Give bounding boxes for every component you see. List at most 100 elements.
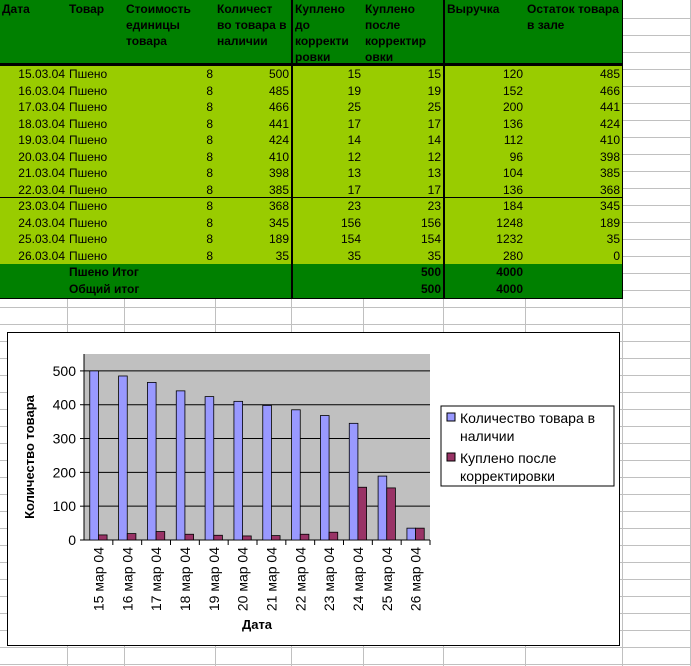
table-cell[interactable]: 15.03.04 xyxy=(0,66,68,84)
table-cell[interactable]: 8 xyxy=(124,215,216,232)
column-header[interactable]: Стоимость единицы товара xyxy=(124,0,216,66)
table-cell[interactable]: 23 xyxy=(363,198,444,216)
table-cell[interactable]: 0 xyxy=(525,248,623,265)
column-header[interactable]: Количест во товара в наличии xyxy=(215,0,292,66)
table-cell[interactable]: 8 xyxy=(124,231,216,249)
table-cell[interactable]: Пшено xyxy=(67,66,125,84)
column-header[interactable]: Остаток товара в зале xyxy=(525,0,623,66)
total-value[interactable]: 4000 xyxy=(443,264,526,282)
table-cell[interactable]: 17 xyxy=(363,182,444,199)
table-cell[interactable] xyxy=(0,264,68,282)
table-cell[interactable]: 441 xyxy=(215,116,292,133)
table-cell[interactable]: 485 xyxy=(525,66,623,84)
table-cell[interactable]: 200 xyxy=(443,99,526,117)
table-cell[interactable]: 21.03.04 xyxy=(0,165,68,183)
table-cell[interactable]: 189 xyxy=(525,215,623,232)
table-cell[interactable]: 16.03.04 xyxy=(0,83,68,100)
table-cell[interactable] xyxy=(0,281,68,299)
table-cell[interactable]: 25.03.04 xyxy=(0,231,68,249)
table-cell[interactable]: 35 xyxy=(291,248,364,265)
table-cell[interactable]: 35 xyxy=(525,231,623,249)
table-cell[interactable]: 22.03.04 xyxy=(0,182,68,199)
table-cell[interactable]: 441 xyxy=(525,99,623,117)
table-cell[interactable]: Пшено xyxy=(67,198,125,216)
table-cell[interactable]: 466 xyxy=(525,83,623,100)
table-cell[interactable]: 368 xyxy=(525,182,623,199)
table-cell[interactable] xyxy=(291,281,364,299)
table-cell[interactable]: 23.03.04 xyxy=(0,198,68,216)
table-cell[interactable]: 156 xyxy=(291,215,364,232)
table-cell[interactable]: 8 xyxy=(124,116,216,133)
table-cell[interactable]: Пшено xyxy=(67,182,125,199)
total-label[interactable]: Пшено Итог xyxy=(67,264,216,282)
table-cell[interactable]: 35 xyxy=(215,248,292,265)
table-cell[interactable]: 154 xyxy=(363,231,444,249)
table-cell[interactable] xyxy=(291,264,364,282)
table-cell[interactable]: 410 xyxy=(525,132,623,150)
table-cell[interactable]: 8 xyxy=(124,66,216,84)
table-cell[interactable]: 184 xyxy=(443,198,526,216)
table-cell[interactable]: Пшено xyxy=(67,132,125,150)
table-cell[interactable]: 8 xyxy=(124,165,216,183)
total-value[interactable]: 500 xyxy=(363,264,444,282)
table-cell[interactable] xyxy=(215,264,292,282)
table-cell[interactable] xyxy=(215,281,292,299)
table-cell[interactable]: 1232 xyxy=(443,231,526,249)
table-cell[interactable]: 136 xyxy=(443,182,526,199)
table-cell[interactable]: Пшено xyxy=(67,248,125,265)
table-cell[interactable]: 19 xyxy=(291,83,364,100)
table-cell[interactable]: 112 xyxy=(443,132,526,150)
column-header[interactable]: Куплено до корректи ровки xyxy=(291,0,364,66)
table-cell[interactable]: 14 xyxy=(363,132,444,150)
table-cell[interactable]: 156 xyxy=(363,215,444,232)
table-cell[interactable]: 19.03.04 xyxy=(0,132,68,150)
table-cell[interactable]: 19 xyxy=(363,83,444,100)
table-cell[interactable]: 20.03.04 xyxy=(0,149,68,166)
table-cell[interactable]: 8 xyxy=(124,132,216,150)
table-cell[interactable] xyxy=(525,264,623,282)
column-header[interactable]: Куплено после корректир овки xyxy=(363,0,444,66)
chart-object[interactable]: 0 100 200 300 400 500 15 мар 04 16 мар 04 17 мар… xyxy=(7,332,620,646)
column-header[interactable]: Товар xyxy=(67,0,125,66)
table-cell[interactable]: 24.03.04 xyxy=(0,215,68,232)
table-cell[interactable]: 136 xyxy=(443,116,526,133)
table-cell[interactable]: 398 xyxy=(525,149,623,166)
table-cell[interactable]: 8 xyxy=(124,198,216,216)
table-cell[interactable]: 25 xyxy=(291,99,364,117)
table-cell[interactable]: 280 xyxy=(443,248,526,265)
table-cell[interactable]: 424 xyxy=(525,116,623,133)
table-cell[interactable]: 96 xyxy=(443,149,526,166)
table-cell[interactable]: 8 xyxy=(124,149,216,166)
column-header[interactable]: Выручка xyxy=(443,0,526,66)
table-cell[interactable]: 368 xyxy=(215,198,292,216)
table-cell[interactable]: 8 xyxy=(124,182,216,199)
table-cell[interactable]: 26.03.04 xyxy=(0,248,68,265)
table-cell[interactable]: 23 xyxy=(291,198,364,216)
column-header[interactable]: Дата xyxy=(0,0,68,66)
table-cell[interactable]: 18.03.04 xyxy=(0,116,68,133)
table-cell[interactable]: 17 xyxy=(363,116,444,133)
table-cell[interactable]: Пшено xyxy=(67,165,125,183)
table-cell[interactable]: 8 xyxy=(124,248,216,265)
table-cell[interactable]: 1248 xyxy=(443,215,526,232)
table-cell[interactable]: 152 xyxy=(443,83,526,100)
table-cell[interactable]: 14 xyxy=(291,132,364,150)
table-cell[interactable]: 154 xyxy=(291,231,364,249)
table-cell[interactable]: 485 xyxy=(215,83,292,100)
table-cell[interactable]: Пшено xyxy=(67,149,125,166)
table-cell[interactable]: Пшено xyxy=(67,231,125,249)
table-cell[interactable]: Пшено xyxy=(67,215,125,232)
table-cell[interactable]: 17 xyxy=(291,116,364,133)
total-label[interactable]: Общий итог xyxy=(67,281,216,299)
table-cell[interactable]: 385 xyxy=(215,182,292,199)
total-value[interactable]: 500 xyxy=(363,281,444,299)
table-cell[interactable]: 35 xyxy=(363,248,444,265)
table-cell[interactable]: 466 xyxy=(215,99,292,117)
table-cell[interactable]: 25 xyxy=(363,99,444,117)
table-cell[interactable]: 120 xyxy=(443,66,526,84)
table-cell[interactable]: 12 xyxy=(363,149,444,166)
total-value[interactable]: 4000 xyxy=(443,281,526,299)
table-cell[interactable]: 13 xyxy=(363,165,444,183)
table-cell[interactable]: 424 xyxy=(215,132,292,150)
table-cell[interactable]: 345 xyxy=(215,215,292,232)
